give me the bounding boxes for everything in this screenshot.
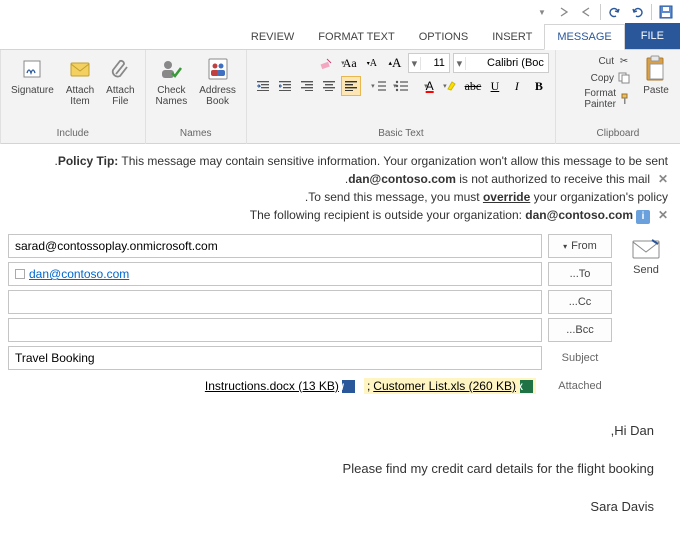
underline-button[interactable]: U	[485, 76, 505, 96]
envelope-icon	[632, 238, 660, 260]
compose-header: Send From▾ sarad@contossoplay.onmicrosof…	[0, 230, 680, 402]
increase-indent-button[interactable]	[253, 76, 273, 96]
strikethrough-button[interactable]: abc	[463, 76, 483, 96]
paintbrush-icon	[619, 92, 631, 106]
subject-label: Subject	[548, 352, 612, 364]
paste-button[interactable]: Paste	[638, 53, 674, 98]
font-color-button[interactable]: A▾	[419, 76, 439, 96]
attach-file-button[interactable]: Attach File	[102, 53, 138, 109]
check-names-button[interactable]: Check Names	[152, 53, 192, 109]
dismiss-icon[interactable]: ✕	[656, 170, 668, 182]
bcc-field[interactable]	[8, 318, 542, 342]
attachment-item[interactable]: W Instructions.docx (13 KB)	[205, 379, 356, 393]
format-painter-button[interactable]: Format Painter	[562, 87, 634, 111]
cc-button[interactable]: Cc...	[548, 290, 612, 314]
signature-button[interactable]: Signature	[7, 53, 58, 98]
align-center-button[interactable]	[319, 76, 339, 96]
attachments-field: X Customer List.xls (260 KB); W Instruct…	[8, 374, 542, 398]
bullets-button[interactable]: ▾	[391, 76, 411, 96]
attachment-item[interactable]: X Customer List.xls (260 KB);	[364, 378, 536, 394]
dismiss-icon[interactable]: ✕	[656, 206, 668, 218]
save-icon[interactable]	[658, 4, 674, 20]
group-basic-text: Calibri (Boc▾ 11▾ A▴ A▾ Aa▾ B I U abc ▾ …	[246, 50, 555, 144]
address-book-icon	[204, 55, 232, 83]
cc-field[interactable]	[8, 290, 542, 314]
attached-label: Attached	[548, 380, 612, 392]
copy-icon	[617, 71, 631, 85]
font-size-combo[interactable]: 11▾	[408, 53, 450, 73]
address-book-button[interactable]: Address Book	[195, 53, 240, 109]
paperclip-icon	[106, 55, 134, 83]
group-include: Attach File Attach Item Signature Includ…	[0, 50, 145, 144]
signature-icon	[18, 55, 46, 83]
decrease-indent-button[interactable]	[275, 76, 295, 96]
title-bar: ▼	[0, 0, 680, 24]
redo-icon[interactable]	[607, 4, 623, 20]
ribbon: Paste ✂Cut Copy Format Painter Clipboard…	[0, 50, 680, 144]
subject-field[interactable]: Travel Booking	[8, 346, 542, 370]
to-button[interactable]: To...	[548, 262, 612, 286]
quick-access-toolbar: ▼	[534, 4, 674, 20]
grow-font-button[interactable]: A▴	[385, 53, 405, 73]
qat-customize-icon[interactable]: ▼	[534, 4, 550, 20]
cut-button[interactable]: ✂Cut	[562, 53, 634, 69]
to-field[interactable]: dan@contoso.com	[8, 262, 542, 286]
numbering-button[interactable]: 123▾	[369, 76, 389, 96]
align-left-button[interactable]	[341, 76, 361, 96]
undo-icon[interactable]	[629, 4, 645, 20]
message-body[interactable]: Hi Dan, Please find my credit card detai…	[0, 402, 680, 557]
font-name-combo[interactable]: Calibri (Boc▾	[453, 53, 549, 73]
from-button[interactable]: From▾	[548, 234, 612, 258]
attach-item-button[interactable]: Attach Item	[62, 53, 98, 109]
italic-button[interactable]: I	[507, 76, 527, 96]
policy-tip: Policy Tip: This message may contain sen…	[0, 144, 680, 230]
align-right-button[interactable]	[297, 76, 317, 96]
ribbon-tabs: FILE MESSAGE INSERT OPTIONS FORMAT TEXT …	[0, 24, 680, 50]
clear-formatting-button[interactable]	[316, 53, 336, 73]
shrink-font-button[interactable]: A▾	[362, 53, 382, 73]
clipboard-icon	[642, 55, 670, 83]
svg-text:X: X	[520, 382, 523, 392]
info-icon: i	[636, 210, 650, 224]
word-icon: W	[342, 379, 356, 393]
from-field[interactable]: sarad@contossoplay.onmicrosoft.com	[8, 234, 542, 258]
override-link[interactable]: override	[483, 190, 530, 204]
bcc-button[interactable]: Bcc...	[548, 318, 612, 342]
check-names-icon	[157, 55, 185, 83]
attach-item-icon	[66, 55, 94, 83]
excel-icon: X	[519, 379, 533, 393]
tab-format-text[interactable]: FORMAT TEXT	[306, 25, 406, 49]
send-button[interactable]: Send	[620, 234, 672, 398]
highlight-button[interactable]: ▾	[441, 76, 461, 96]
tab-message[interactable]: MESSAGE	[544, 24, 624, 50]
group-clipboard: Paste ✂Cut Copy Format Painter Clipboard	[555, 50, 680, 144]
tab-insert[interactable]: INSERT	[480, 25, 544, 49]
bold-button[interactable]: B	[529, 76, 549, 96]
next-icon[interactable]	[556, 4, 572, 20]
previous-icon[interactable]	[578, 4, 594, 20]
scissors-icon: ✂	[617, 54, 631, 68]
tab-options[interactable]: OPTIONS	[407, 25, 481, 49]
group-names: Address Book Check Names Names	[145, 50, 246, 144]
change-case-button[interactable]: Aa▾	[339, 53, 359, 73]
copy-button[interactable]: Copy	[562, 70, 634, 86]
tab-file[interactable]: FILE	[625, 23, 680, 49]
tab-review[interactable]: REVIEW	[239, 25, 306, 49]
